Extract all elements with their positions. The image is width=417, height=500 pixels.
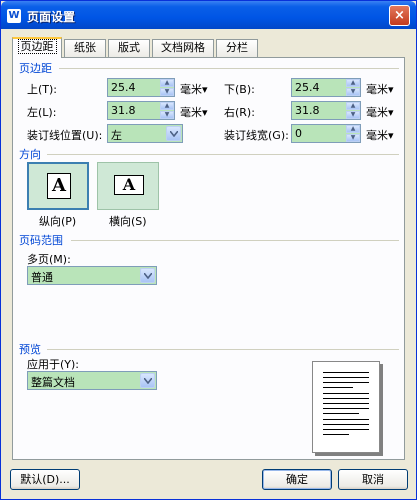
- margins-group-title: 页边距: [19, 62, 52, 75]
- gutter-width-label: 装订线宽(G):: [224, 129, 289, 142]
- spin-down-icon[interactable]: ▼: [160, 88, 174, 96]
- divider: [59, 68, 399, 69]
- preview-group-title: 预览: [19, 343, 41, 356]
- spin-up-icon[interactable]: ▲: [160, 79, 174, 87]
- ok-button[interactable]: 确定: [262, 469, 332, 490]
- left-margin-spinner[interactable]: 31.8 ▲ ▼: [107, 101, 175, 120]
- apply-to-value: 整篇文档: [31, 376, 75, 389]
- apply-to-label: 应用于(Y):: [27, 358, 80, 371]
- gutter-position-label: 装订线位置(U):: [27, 129, 103, 142]
- bottom-margin-label: 下(B):: [224, 83, 255, 96]
- multi-page-value: 普通: [31, 271, 53, 284]
- tab-columns[interactable]: 分栏: [216, 39, 258, 57]
- right-margin-spinner[interactable]: 31.8 ▲ ▼: [291, 101, 361, 120]
- gutter-position-select[interactable]: 左: [107, 124, 183, 143]
- top-margin-unit-dropdown[interactable]: 毫米▾: [180, 81, 208, 97]
- gutter-position-value: 左: [111, 129, 122, 142]
- portrait-label[interactable]: 纵向(P): [39, 213, 76, 229]
- tab-margins[interactable]: 页边距: [12, 37, 62, 58]
- page-preview: [312, 361, 380, 453]
- bottom-margin-unit-dropdown[interactable]: 毫米▾: [366, 81, 394, 97]
- divider: [71, 240, 399, 241]
- bottom-margin-spinner[interactable]: 25.4 ▲ ▼: [291, 78, 361, 97]
- multi-page-select[interactable]: 普通: [27, 266, 157, 285]
- dialog-title: 页面设置: [27, 10, 76, 24]
- preview-text-line: [323, 434, 349, 435]
- apply-to-select[interactable]: 整篇文档: [27, 371, 157, 390]
- preview-text-line: [323, 413, 359, 414]
- wps-writer-icon: W: [7, 9, 21, 23]
- preview-text-line: [323, 387, 353, 388]
- portrait-option[interactable]: A: [27, 162, 89, 210]
- preview-text-line: [323, 403, 369, 404]
- cancel-button[interactable]: 取消: [338, 469, 408, 490]
- landscape-option[interactable]: A: [97, 162, 159, 210]
- spin-down-icon[interactable]: ▼: [346, 134, 360, 142]
- gutter-width-spinner[interactable]: 0 ▲ ▼: [291, 124, 361, 143]
- preview-text-line: [323, 424, 369, 425]
- spin-up-icon[interactable]: ▲: [160, 102, 174, 110]
- spin-down-icon[interactable]: ▼: [346, 88, 360, 96]
- orientation-group-title: 方向: [19, 148, 41, 161]
- chevron-down-icon[interactable]: [166, 126, 181, 141]
- close-button[interactable]: ×: [389, 5, 410, 26]
- tab-paper[interactable]: 纸张: [64, 39, 106, 57]
- title-bar[interactable]: W 页面设置 ×: [1, 1, 416, 29]
- top-margin-spinner[interactable]: 25.4 ▲ ▼: [107, 78, 175, 97]
- spin-down-icon[interactable]: ▼: [346, 111, 360, 119]
- chevron-down-icon[interactable]: [140, 268, 155, 283]
- chevron-down-icon[interactable]: [140, 373, 155, 388]
- default-button[interactable]: 默认(D)...: [10, 469, 80, 490]
- page-setup-dialog: W 页面设置 × 页边距 纸张 版式 文档网格 分栏 页边距 上(T): 25.…: [0, 0, 417, 500]
- page-range-group-title: 页码范围: [19, 234, 63, 247]
- dialog-body: 页边距 纸张 版式 文档网格 分栏 页边距 上(T): 25.4 ▲ ▼ 毫米▾ …: [4, 29, 413, 496]
- top-margin-label: 上(T):: [27, 83, 58, 96]
- right-margin-value: 31.8: [295, 104, 320, 117]
- preview-text-line: [323, 398, 369, 399]
- divider: [47, 349, 399, 350]
- left-margin-label: 左(L):: [27, 106, 57, 119]
- right-margin-unit-dropdown[interactable]: 毫米▾: [366, 104, 394, 120]
- tab-doc-grid[interactable]: 文档网格: [152, 39, 214, 57]
- gutter-width-unit-dropdown[interactable]: 毫米▾: [366, 127, 394, 143]
- preview-text-line: [323, 429, 369, 430]
- preview-text-line: [323, 382, 369, 383]
- multi-page-label: 多页(M):: [27, 253, 71, 266]
- spin-up-icon[interactable]: ▲: [346, 102, 360, 110]
- left-margin-unit-dropdown[interactable]: 毫米▾: [180, 104, 208, 120]
- portrait-page-icon: A: [47, 173, 71, 199]
- divider: [47, 154, 399, 155]
- landscape-page-icon: A: [114, 175, 144, 195]
- right-margin-label: 右(R):: [224, 106, 255, 119]
- spin-down-icon[interactable]: ▼: [160, 111, 174, 119]
- preview-text-line: [323, 393, 369, 394]
- spin-up-icon[interactable]: ▲: [346, 79, 360, 87]
- left-margin-value: 31.8: [111, 104, 136, 117]
- preview-text-line: [323, 377, 369, 378]
- bottom-margin-value: 25.4: [295, 81, 320, 94]
- preview-text-line: [323, 372, 369, 373]
- top-margin-value: 25.4: [111, 81, 136, 94]
- preview-text-line: [323, 419, 369, 420]
- tab-layout[interactable]: 版式: [108, 39, 150, 57]
- gutter-width-value: 0: [295, 127, 302, 140]
- landscape-label[interactable]: 横向(S): [109, 213, 147, 229]
- tab-panel-margins: 页边距 上(T): 25.4 ▲ ▼ 毫米▾ 下(B): 25.4 ▲ ▼ 毫米▾ …: [12, 57, 405, 460]
- spin-up-icon[interactable]: ▲: [346, 125, 360, 133]
- preview-text-line: [323, 408, 369, 409]
